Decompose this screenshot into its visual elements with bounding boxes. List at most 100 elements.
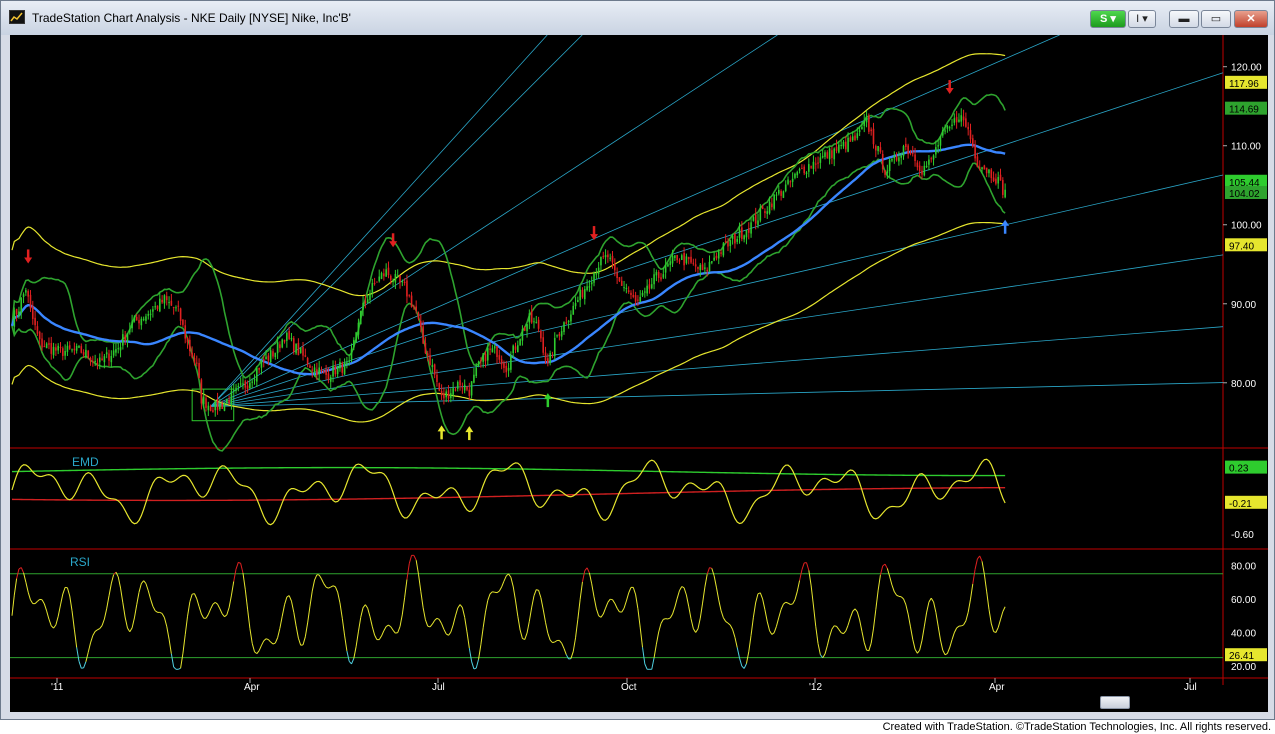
candle-body [782,191,785,198]
rsi-segment [182,634,186,654]
candle-body [868,115,870,132]
rsi-segment [953,627,958,633]
candle-body [195,362,198,364]
candle-body [764,211,766,214]
rsi-segment [579,581,583,600]
candle-body [473,374,475,383]
maximize-button[interactable]: ▭ [1201,10,1231,28]
candle-body [334,366,337,375]
close-button[interactable]: ✕ [1234,10,1268,28]
candle-body [332,365,334,377]
candle-body [380,273,383,279]
rsi-segment [930,597,934,603]
rsi-segment [309,591,313,607]
candle-body [655,272,658,276]
candle-body [620,280,623,286]
rsi-segment [140,580,145,584]
candle-body [768,202,771,214]
rsi-segment [815,626,819,644]
candle-body [468,389,471,397]
strategy-menu-button[interactable]: S ▾ [1090,10,1126,28]
candle-body [383,273,385,277]
rsi-segment [503,575,507,582]
rsi-segment [732,629,736,638]
candle-body [828,148,831,160]
candle-body [805,172,808,174]
candle-body [68,345,71,349]
rsi-segment [912,639,916,650]
candle-body [274,352,277,358]
rsi-segment [944,653,948,656]
candle-body [165,296,168,301]
title-bar[interactable]: TradeStation Chart Analysis - NKE Daily … [1,1,1274,35]
chart-canvas[interactable]: 120.00 110.00 100.00 90.00 80.00 117.96 114.69… [10,35,1268,712]
candle-body [292,338,295,352]
candle-body [318,367,320,375]
candle-body [948,127,951,129]
candle-body [801,168,803,170]
candle-body [888,159,891,172]
rsi-segment [97,628,100,631]
rsi-segment [221,613,225,618]
candle-body [648,284,651,289]
rsi-segment [709,567,712,569]
rsi-segment [263,638,267,642]
candle-body [246,385,249,389]
horizontal-scroll-thumb[interactable] [1100,696,1130,709]
rsi-segment [429,623,433,628]
rsi-segment [404,579,408,598]
rsi-segment [616,607,620,613]
minimize-button[interactable]: ▬ [1169,10,1199,28]
rsi-segment [762,598,766,610]
candle-body [193,358,196,363]
bollinger-lower-line [11,158,1006,452]
rsi-segment [406,563,410,580]
candle-body [433,364,436,375]
rsi-segment [600,613,604,618]
candle-body [186,337,189,343]
rsi-segment [526,621,530,634]
rsi-segment [480,627,484,645]
rsi-segment [614,603,618,609]
candle-body [540,330,542,339]
rsi-segment [200,613,205,619]
rsi-segment [706,567,710,575]
rsi-segment [720,610,724,618]
rsi-segment [161,613,165,618]
candle-body [133,316,136,321]
candle-body [861,127,863,130]
insert-menu-button[interactable]: I ▾ [1128,10,1156,28]
candle-body [958,119,960,122]
candle-body [687,257,690,260]
candle-body [475,367,478,377]
rsi-segment [852,608,856,612]
rsi-segment [949,639,953,648]
rsi-segment [145,583,149,591]
rsi-segment [937,626,941,641]
rsi-segment [466,631,470,649]
rsi-segment [249,628,253,644]
candle-body [680,255,683,260]
rsi-segment [341,618,346,636]
candle-body [117,348,120,350]
rsi-segment [277,628,281,638]
chart-area[interactable]: 120.00 110.00 100.00 90.00 80.00 117.96 114.69… [10,35,1268,712]
candle-body [87,350,90,358]
candle-body [235,387,237,391]
rsi-segment [346,650,350,662]
candle-body [401,281,404,283]
rsi-segment [357,617,362,632]
rsi-segment [965,612,969,621]
rsi-segment [921,626,925,641]
candle-body [530,311,533,323]
rsi-segment [524,632,528,640]
candle-body [269,350,272,363]
candle-body [683,253,685,266]
rsi-segment [748,635,752,652]
rsi-segment [773,626,777,633]
rsi-segment [226,607,230,616]
candle-body [105,352,108,355]
candle-body [900,155,903,158]
rsi-tick-label: 80.00 [1231,561,1256,572]
rsi-segment [875,590,879,610]
